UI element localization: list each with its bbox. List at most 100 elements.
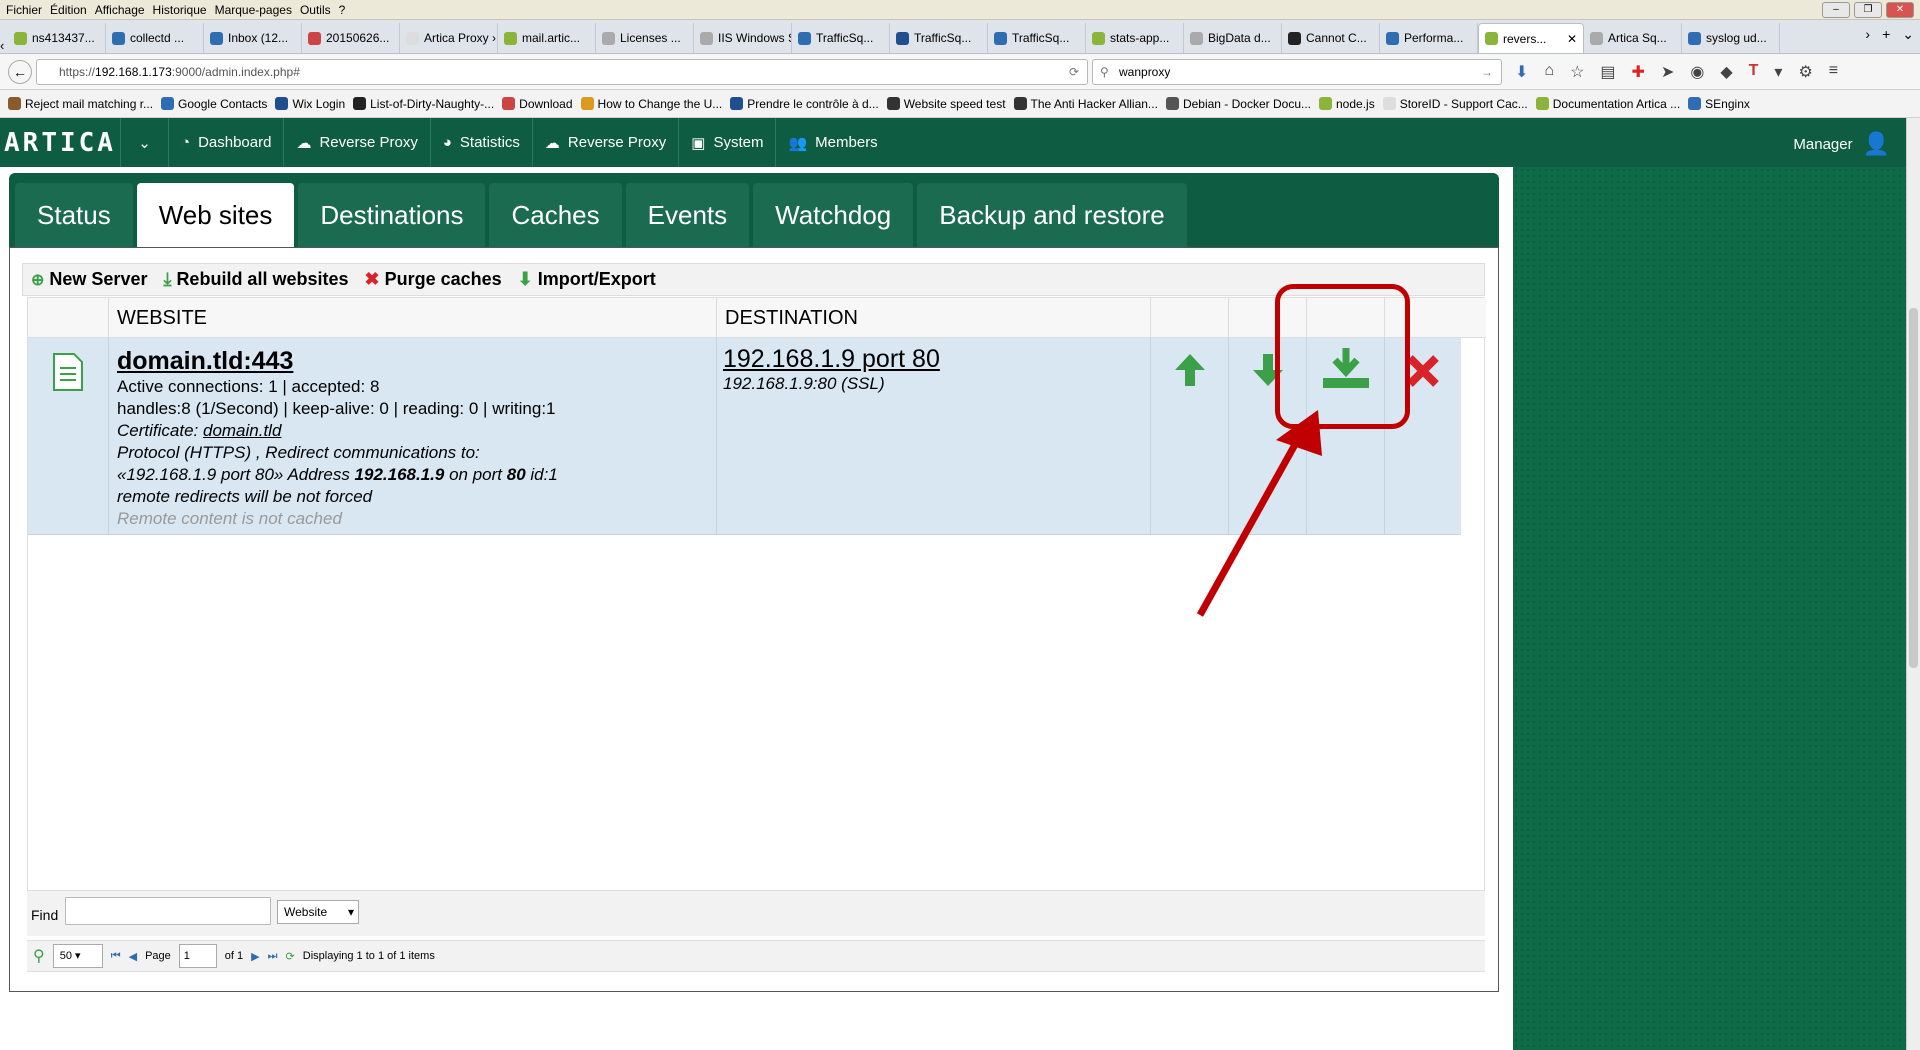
menu-edition[interactable]: Édition (50, 3, 87, 17)
last-page-icon[interactable]: ⏭ (268, 950, 278, 963)
browser-tab[interactable]: TrafficSq... (988, 23, 1086, 53)
browser-tab[interactable]: collectd ... (106, 23, 204, 53)
close-window-button[interactable]: ✕ (1886, 2, 1914, 18)
bookmark-item[interactable]: Website speed test (886, 97, 1006, 111)
url-bar[interactable]: https://192.168.1.173:9000/admin.index.p… (36, 59, 1088, 85)
bookmark-star-icon[interactable]: ☆ (1570, 62, 1584, 82)
browser-tab[interactable]: stats-app... (1086, 23, 1184, 53)
menu-toggle-button[interactable]: ⌄ (120, 118, 168, 167)
find-field-select[interactable]: Website ▾ (277, 900, 359, 924)
bookmark-item[interactable]: Documentation Artica ... (1535, 97, 1680, 111)
tab-backup-restore[interactable]: Backup and restore (917, 183, 1187, 247)
header-website[interactable]: WEBSITE (108, 298, 716, 338)
search-magnifier-icon[interactable]: ⚲ (33, 946, 45, 966)
tab-scroll-left[interactable]: ‹ (0, 38, 8, 53)
new-tab-icon[interactable]: + (1882, 26, 1890, 43)
browser-tab[interactable]: TrafficSq... (792, 23, 890, 53)
browser-tab[interactable]: Inbox (12... (204, 23, 302, 53)
addon-red-icon[interactable]: ✚ (1632, 62, 1645, 82)
certificate-link[interactable]: domain.tld (203, 421, 281, 440)
next-page-icon[interactable]: ▶ (251, 950, 259, 963)
tab-caches[interactable]: Caches (489, 183, 622, 247)
reading-list-icon[interactable]: ▤ (1600, 62, 1615, 82)
back-button[interactable]: ← (8, 60, 32, 84)
menu-historique[interactable]: Historique (153, 3, 207, 17)
download-icon[interactable]: ⬇ (1515, 62, 1528, 82)
bookmark-item[interactable]: SEnginx (1688, 97, 1750, 111)
bookmark-item[interactable]: Google Contacts (161, 97, 267, 111)
import-export-button[interactable]: ⬇ Import/Export (518, 269, 656, 290)
page-size-select[interactable]: 50 ▾ (52, 944, 103, 968)
bookmark-item[interactable]: Debian - Docker Docu... (1165, 97, 1311, 111)
menu-help[interactable]: ? (339, 3, 346, 17)
scrollbar-thumb[interactable] (1909, 308, 1918, 668)
nav-reverse-proxy-1[interactable]: ☁ Reverse Proxy (283, 118, 429, 167)
tab-status[interactable]: Status (15, 183, 133, 247)
browser-tab[interactable]: revers... ✕ (1478, 23, 1584, 53)
delete-x-icon[interactable] (1406, 352, 1440, 388)
bookmark-item[interactable]: StoreID - Support Cac... (1382, 97, 1528, 111)
chat-icon[interactable]: ◉ (1690, 62, 1704, 82)
bookmark-item[interactable]: List-of-Dirty-Naughty-... (353, 97, 494, 111)
close-tab-icon[interactable]: ✕ (1567, 32, 1577, 46)
search-field[interactable]: ⚲ wanproxy → (1092, 59, 1502, 85)
header-destination[interactable]: DESTINATION (716, 298, 1150, 338)
browser-tab[interactable]: Licenses ... (596, 23, 694, 53)
bookmark-item[interactable]: node.js (1319, 97, 1375, 111)
sync-icon[interactable]: ◆ (1720, 62, 1732, 82)
menu-fichier[interactable]: Fichier (6, 3, 42, 17)
settings-icon[interactable]: ⚙ (1798, 62, 1812, 82)
browser-tab[interactable]: Performa... (1380, 23, 1478, 53)
purge-caches-button[interactable]: ✖ Purge caches (364, 269, 501, 290)
search-go-icon[interactable]: → (1481, 60, 1493, 84)
browser-tab[interactable]: syslog ud... (1682, 23, 1780, 53)
browser-tab[interactable]: Artica Sq... (1584, 23, 1682, 53)
bookmark-item[interactable]: Reject mail matching r... (8, 97, 153, 111)
maximize-button[interactable]: ❐ (1854, 2, 1882, 18)
bookmark-item[interactable]: Wix Login (275, 97, 345, 111)
browser-tab[interactable]: BigData d... (1184, 23, 1282, 53)
tab-scroll-right-icon[interactable]: › (1865, 26, 1870, 43)
hamburger-menu-icon[interactable]: ≡ (1829, 62, 1838, 82)
browser-tab[interactable]: 20150626... (302, 23, 400, 53)
nav-members[interactable]: 👥 Members (775, 118, 889, 167)
bookmark-item[interactable]: Download (502, 97, 573, 111)
artica-logo[interactable]: ARTICA (0, 118, 120, 167)
menu-affichage[interactable]: Affichage (95, 3, 145, 17)
menu-marque-pages[interactable]: Marque-pages (215, 3, 292, 17)
destination-link[interactable]: 192.168.1.9 port 80 (717, 338, 1150, 374)
website-link[interactable]: domain.tld:443 (117, 346, 716, 376)
dropdown-icon[interactable]: ▾ (1774, 62, 1782, 82)
rebuild-all-button[interactable]: ⤓ Rebuild all websites (163, 269, 348, 290)
menu-outils[interactable]: Outils (300, 3, 331, 17)
new-server-button[interactable]: ⊕ New Server (31, 269, 147, 290)
nav-dashboard[interactable]: ◔ Dashboard (168, 118, 283, 167)
reload-icon[interactable]: ⟳ (1069, 60, 1079, 84)
arrow-up-icon[interactable] (1173, 352, 1207, 388)
browser-tab[interactable]: ns413437... (8, 23, 106, 53)
tab-list-icon[interactable]: ⌄ (1902, 26, 1914, 43)
browser-tab[interactable]: Cannot C... (1282, 23, 1380, 53)
bookmark-item[interactable]: Prendre le contrôle à d... (730, 97, 879, 111)
bookmark-item[interactable]: How to Change the U... (580, 97, 722, 111)
browser-tab[interactable]: IIS Windows S... (694, 23, 792, 53)
send-icon[interactable]: ➤ (1661, 62, 1674, 82)
first-page-icon[interactable]: ⏮ (111, 950, 121, 963)
page-scrollbar[interactable] (1906, 118, 1920, 1050)
home-icon[interactable]: ⌂ (1544, 62, 1554, 82)
tab-destinations[interactable]: Destinations (298, 183, 486, 247)
user-menu[interactable]: Manager 👤 (1793, 131, 1890, 157)
browser-tab[interactable]: TrafficSq... (890, 23, 988, 53)
nav-reverse-proxy-2[interactable]: ☁ Reverse Proxy (531, 118, 678, 167)
browser-tab[interactable]: Artica Proxy › ... (400, 23, 498, 53)
prev-page-icon[interactable]: ◀ (129, 950, 137, 963)
bookmark-item[interactable]: The Anti Hacker Allian... (1013, 97, 1158, 111)
nav-system[interactable]: ▣ System (678, 118, 775, 167)
tab-web-sites[interactable]: Web sites (136, 183, 295, 247)
browser-tab[interactable]: mail.artic... (498, 23, 596, 53)
minimize-button[interactable]: – (1822, 2, 1850, 18)
page-input[interactable]: 1 (178, 944, 217, 968)
refresh-icon[interactable]: ⟳ (286, 950, 295, 963)
nav-statistics[interactable]: ◕ Statistics (429, 118, 532, 167)
t-addon-icon[interactable]: T (1749, 62, 1759, 82)
